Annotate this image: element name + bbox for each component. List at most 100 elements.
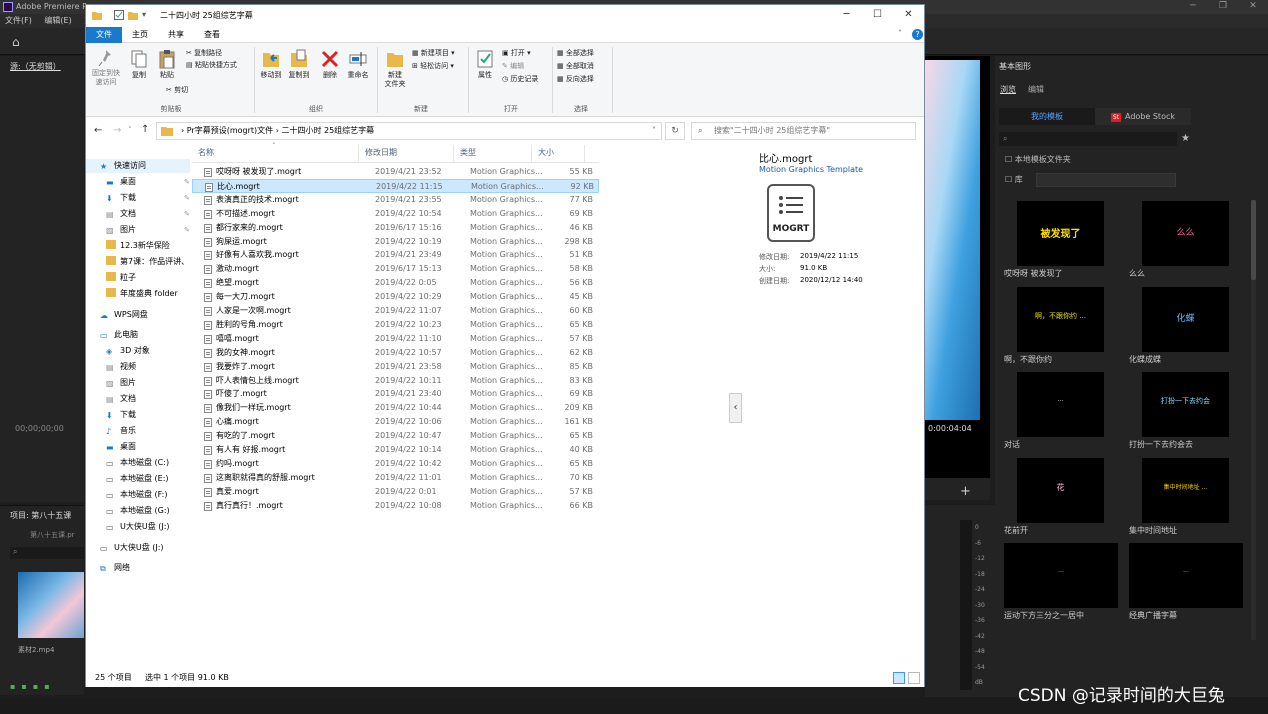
select-all-button[interactable]: ▦ 全部选择 (557, 49, 594, 58)
nav-item[interactable]: ▤ 视频 (106, 360, 206, 374)
move-to-button[interactable]: 移动到 (258, 49, 284, 80)
rename-button[interactable]: 重命名 (344, 49, 372, 80)
file-row[interactable]: 人家是一次啊.mogrt 2019/4/22 11:07 Motion Graphi… (192, 304, 599, 318)
pin-quick-access-button[interactable]: 固定到快 速访问 (88, 49, 124, 87)
nav-item[interactable]: ▨ 图片 (106, 376, 206, 390)
file-row[interactable]: 嘻嘻.mogrt 2019/4/22 11:10 Motion Graphics..… (192, 332, 599, 346)
file-row[interactable]: 狗屎运.mogrt 2019/4/22 10:19 Motion Graphics.… (192, 235, 599, 249)
file-row[interactable]: 绝望.mogrt 2019/4/22 0:05 Motion Graphics...… (192, 276, 599, 290)
history-button[interactable]: ◷ 历史记录 (502, 75, 538, 84)
nav-item[interactable]: ▭ 本地磁盘 (G:) (106, 504, 206, 518)
file-row[interactable]: 我要炸了.mogrt 2019/4/21 23:58 Motion Graphics… (192, 360, 599, 374)
nav-item[interactable]: ⬇ 下载 ✎ (106, 191, 206, 205)
collapse-preview-icon[interactable]: ‹ (729, 393, 742, 423)
library-checkbox[interactable]: ☐ 库 (1005, 174, 1023, 185)
home-icon[interactable]: ⌂ (12, 35, 26, 49)
my-templates-button[interactable]: 我的模板 (999, 108, 1095, 125)
column-type[interactable]: 类型 (454, 145, 532, 163)
search-input[interactable]: ⌕ 搜索"二十四小时 25组综艺字幕" (691, 122, 916, 140)
breadcrumb-item[interactable]: Pr字幕预设(mogrt)文件 (187, 126, 273, 135)
template-card[interactable]: ... (1004, 543, 1118, 608)
star-icon[interactable]: ★ (1181, 133, 1190, 144)
file-row[interactable]: 每一大刀.mogrt 2019/4/22 10:29 Motion Graphics… (192, 290, 599, 304)
template-card[interactable]: 花 (1017, 457, 1104, 523)
template-card[interactable]: 打扮一下去约会 (1142, 372, 1229, 437)
nav-item[interactable]: 年度盛典 folder (106, 287, 206, 301)
file-row[interactable]: 哎呀呀 被发现了.mogrt 2019/4/21 23:52 Motion Grap… (192, 165, 599, 179)
library-dropdown[interactable] (1036, 173, 1176, 187)
nav-item[interactable]: ▭ 本地磁盘 (F:) (106, 488, 206, 502)
media-thumbnail[interactable] (18, 572, 84, 638)
file-row[interactable]: 约吗.mogrt 2019/4/22 10:42 Motion Graphics..… (192, 457, 599, 471)
column-size[interactable]: 大小 (532, 145, 585, 163)
copy-button[interactable]: 复制 (126, 49, 152, 80)
nav-item[interactable]: ⧉ 网络 (100, 561, 200, 575)
file-row[interactable]: 好像有人喜欢我.mogrt 2019/4/21 23:49 Motion Graph… (192, 248, 599, 262)
nav-item[interactable]: 粒子 (106, 271, 206, 285)
nav-item[interactable]: ▬ 桌面 ✎ (106, 175, 206, 189)
menu-file[interactable]: 文件(F) (5, 16, 32, 25)
project-toolbar-icons[interactable]: ▪▪▪▪ (10, 682, 56, 691)
project-tab[interactable]: 项目: 第八十五课 (10, 510, 71, 521)
new-item-button[interactable]: ▦ 新建项目 ▾ (412, 49, 455, 58)
template-card[interactable]: 化蝶 (1142, 286, 1229, 352)
address-dropdown-icon[interactable]: ˅ (652, 123, 656, 139)
nav-item[interactable]: ▬ 桌面 (106, 440, 206, 454)
file-row[interactable]: 这离职就得真的舒服.mogrt 2019/4/22 11:01 Motion Gra… (192, 471, 599, 485)
essential-graphics-title[interactable]: 基本图形 (999, 61, 1031, 72)
tab-view[interactable]: 查看 (194, 27, 230, 43)
up-arrow-icon[interactable]: ↑ (141, 124, 149, 135)
nav-item[interactable]: ♪ 音乐 (106, 424, 206, 438)
nav-item[interactable]: ▨ 图片 ✎ (106, 223, 206, 237)
file-row[interactable]: 都行家来的.mogrt 2019/6/17 15:16 Motion Graphic… (192, 221, 599, 235)
large-icons-view-icon[interactable] (908, 672, 920, 684)
refresh-icon[interactable]: ↻ (665, 122, 685, 140)
nav-item[interactable]: ★ 快速访问 (86, 159, 190, 173)
template-search-input[interactable]: ⌕ (999, 132, 1177, 146)
easy-access-button[interactable]: ⊞ 轻松访问 ▾ (412, 62, 454, 71)
template-card[interactable]: 被发现了 (1017, 201, 1104, 266)
template-card[interactable]: ... (1017, 372, 1104, 437)
add-button-icon[interactable]: + (960, 484, 971, 499)
template-card[interactable]: ... (1129, 543, 1243, 608)
paste-shortcut-button[interactable]: ▤ 粘贴快捷方式 (186, 61, 237, 70)
nav-item[interactable]: ▤ 文档 (106, 392, 206, 406)
breadcrumb-item[interactable]: 二十四小时 25组综艺字幕 (281, 126, 374, 135)
tab-home[interactable]: 主页 (122, 27, 158, 43)
local-templates-checkbox[interactable]: ☐ 本地模板文件夹 (1005, 154, 1071, 165)
nav-item[interactable]: ⬇ 下载 (106, 408, 206, 422)
file-row[interactable]: 表演真正的技术.mogrt 2019/4/21 23:55 Motion Graph… (192, 193, 599, 207)
copy-to-button[interactable]: 复制到 (286, 49, 312, 80)
copy-path-button[interactable]: ✂ 复制路径 (186, 49, 222, 58)
template-card[interactable]: 么么 (1142, 201, 1229, 266)
file-row[interactable]: 真行真行！.mogrt 2019/4/22 10:08 Motion Graphic… (192, 499, 599, 513)
file-row[interactable]: 胜利的号角.mogrt 2019/4/22 10:23 Motion Graphic… (192, 318, 599, 332)
expand-ribbon-icon[interactable]: ˅ (898, 29, 902, 38)
recent-locations-icon[interactable]: ˅ (128, 126, 132, 134)
template-card[interactable]: 啊，不跟你约 ... (1017, 286, 1104, 352)
source-monitor-tab[interactable]: 源:（无剪辑） (10, 61, 61, 72)
new-folder-button[interactable]: 新建 文件夹 (382, 49, 408, 89)
adobe-stock-button[interactable]: St Adobe Stock (1095, 108, 1191, 125)
back-arrow-icon[interactable]: ← (94, 125, 102, 136)
file-row[interactable]: 吓人表情包上线.mogrt 2019/4/22 10:11 Motion Graph… (192, 374, 599, 388)
file-row[interactable]: 真爱.mogrt 2019/4/22 0:01 Motion Graphics...… (192, 485, 599, 499)
file-row[interactable]: 不可描述.mogrt 2019/4/22 10:54 Motion Graphics… (192, 207, 599, 221)
nav-item[interactable]: ▭ 此电脑 (100, 328, 200, 342)
tab-share[interactable]: 共享 (158, 27, 194, 43)
nav-item[interactable]: ▭ U大侠U盘 (J:) (106, 520, 206, 534)
details-view-icon[interactable] (893, 672, 905, 684)
paste-button[interactable]: 粘贴 (154, 49, 180, 80)
column-name[interactable]: 名称 (192, 145, 359, 163)
maximize-icon[interactable]: ❐ (1208, 0, 1238, 14)
edit-button[interactable]: ✎ 编辑 (502, 62, 524, 71)
open-button[interactable]: ▣ 打开 ▾ (502, 49, 531, 58)
nav-item[interactable]: ▭ 本地磁盘 (E:) (106, 472, 206, 486)
select-none-button[interactable]: ▦ 全部取消 (557, 62, 594, 71)
file-row[interactable]: 激动.mogrt 2019/6/17 15:13 Motion Graphics..… (192, 262, 599, 276)
minimize-icon[interactable]: ─ (1178, 0, 1208, 14)
close-icon[interactable]: ✕ (893, 5, 924, 25)
nav-item[interactable]: ▭ 本地磁盘 (C:) (106, 456, 206, 470)
file-row[interactable]: 有吃的了.mogrt 2019/4/22 10:47 Motion Graphics… (192, 429, 599, 443)
tab-file[interactable]: 文件 (86, 27, 122, 43)
